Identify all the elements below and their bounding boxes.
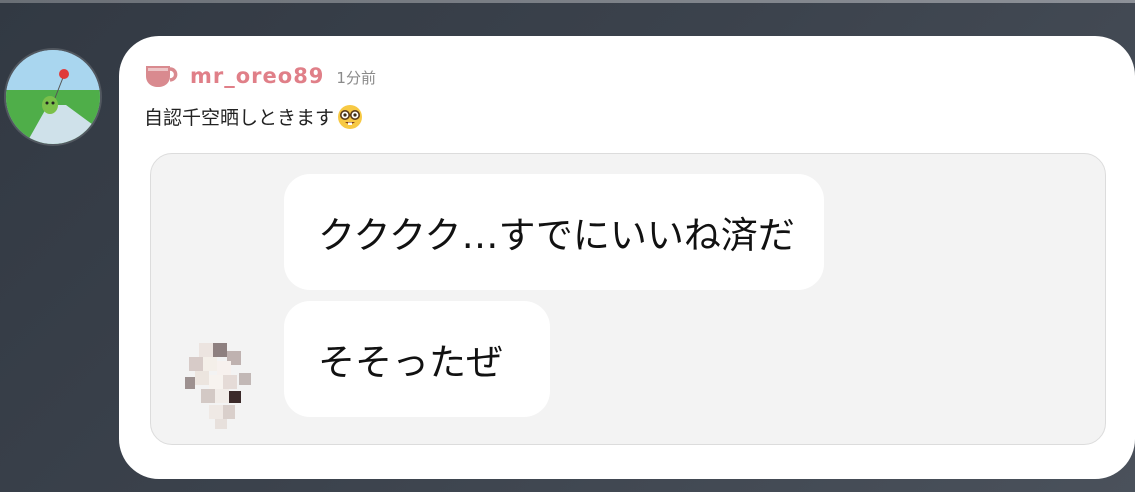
post-body: 自認千空晒しときます: [144, 103, 363, 130]
nerd-face-icon: [338, 104, 363, 129]
teacup-icon: [146, 66, 178, 87]
username-link[interactable]: mr_oreo89: [190, 64, 324, 88]
chat-bubble: そそったぜ: [284, 301, 550, 417]
top-edge-divider: [0, 0, 1135, 3]
chat-bubble: クククク…すでにいいね済だ: [284, 174, 824, 290]
post-text: 自認千空晒しときます: [144, 107, 335, 129]
chat-message-text: クククク…すでにいいね済だ: [318, 214, 795, 257]
user-avatar[interactable]: [6, 50, 100, 144]
post-timestamp: 1分前: [336, 68, 376, 87]
post-header: mr_oreo89 1分前: [144, 63, 376, 89]
chat-message-text: そそったぜ: [318, 341, 503, 384]
post-card: mr_oreo89 1分前 自認千空晒しときます クククク…すでにいいね済だ そ…: [119, 36, 1135, 479]
avatar-image: [6, 50, 100, 144]
embedded-image[interactable]: クククク…すでにいいね済だ そそったぜ: [150, 153, 1106, 445]
pixelated-avatar-icon: [185, 343, 251, 429]
